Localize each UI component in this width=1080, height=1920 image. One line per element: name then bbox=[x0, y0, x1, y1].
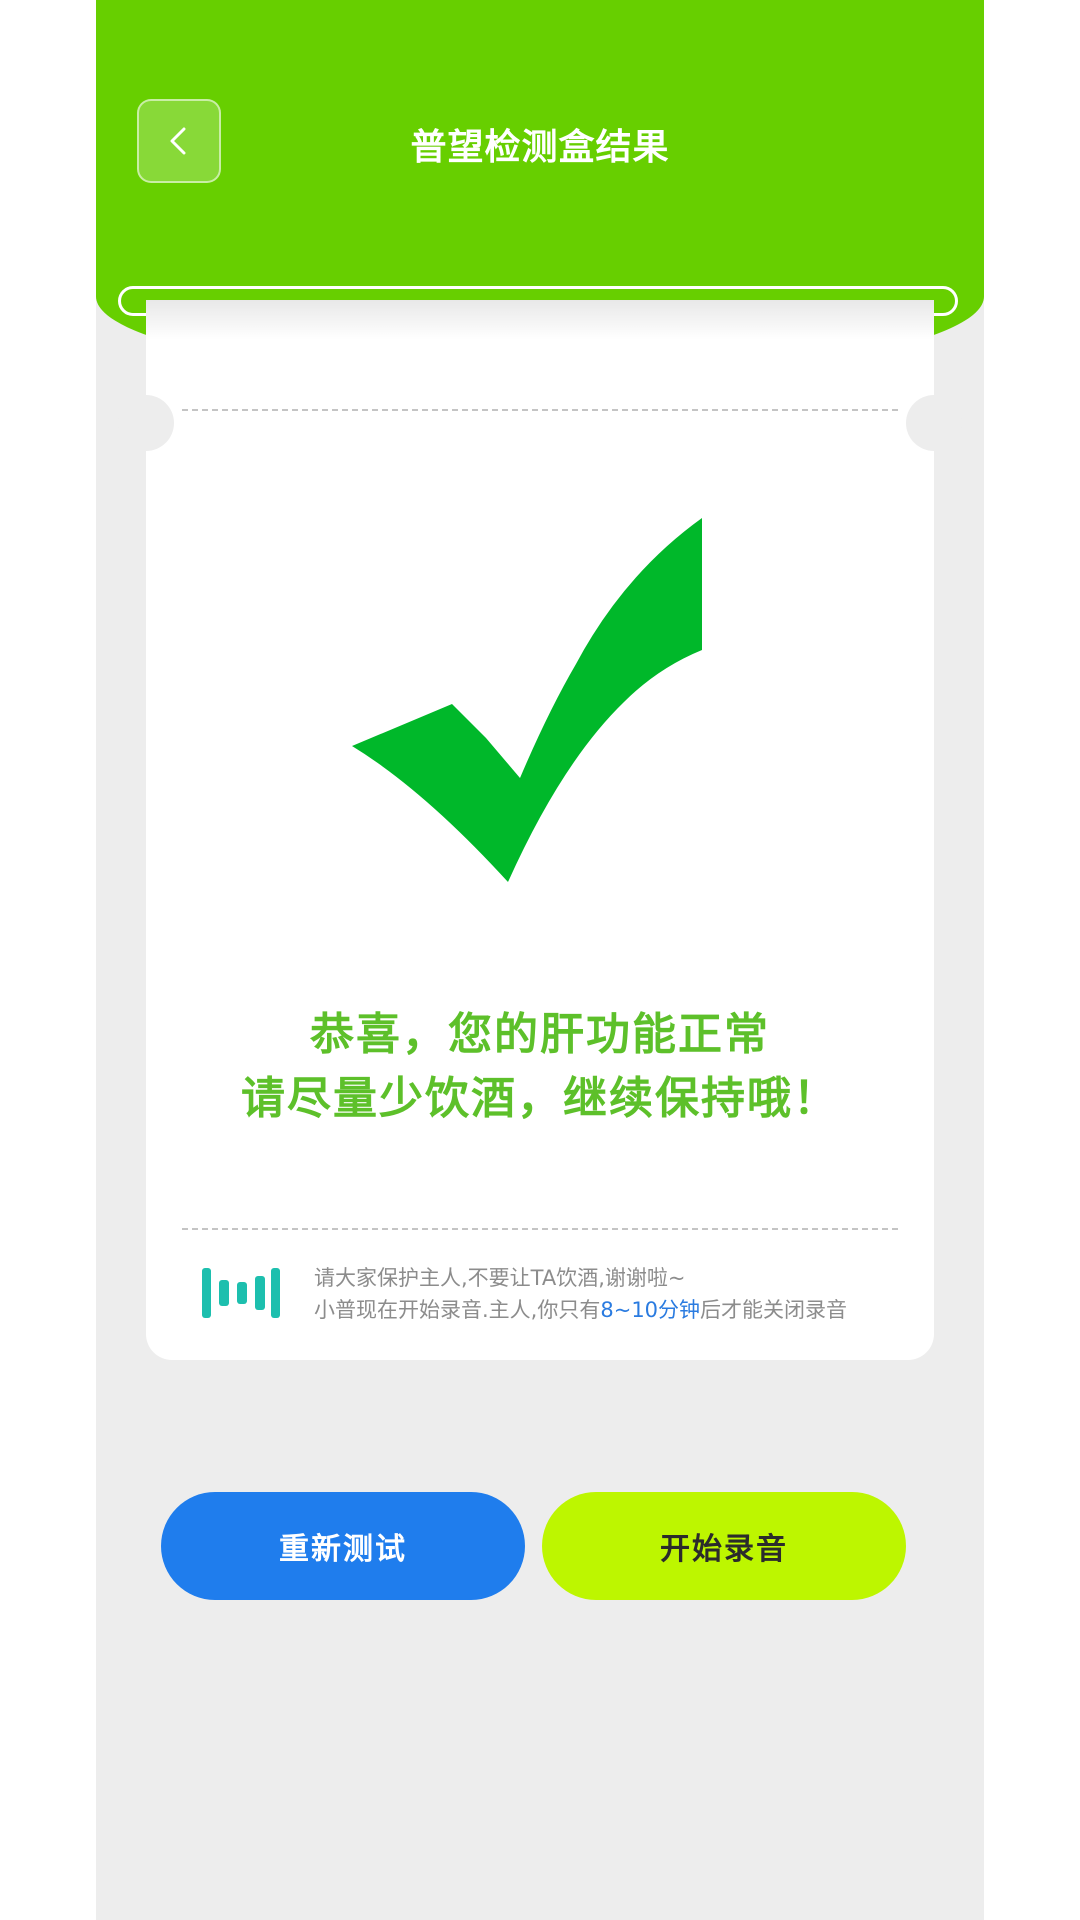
notice-line-1: 请大家保护主人,不要让TA饮酒,谢谢啦~ bbox=[314, 1266, 686, 1290]
start-recording-button[interactable]: 开始录音 bbox=[542, 1492, 906, 1600]
card-notch-right bbox=[906, 395, 962, 451]
retest-button-label: 重新测试 bbox=[279, 1532, 407, 1567]
notice-line-2-after: 后才能关闭录音 bbox=[700, 1298, 848, 1322]
result-message-line-1: 恭喜，您的肝功能正常 bbox=[310, 1009, 770, 1060]
result-page: 普望检测盒结果 恭喜，您的肝功能正常 请尽量少饮酒，继续保持哦！ 请大家保护主人… bbox=[96, 0, 984, 1920]
start-recording-button-label: 开始录音 bbox=[660, 1532, 788, 1567]
dashed-divider-top bbox=[182, 409, 898, 411]
result-message-line-2: 请尽量少饮酒，继续保持哦！ bbox=[241, 1073, 839, 1124]
retest-button[interactable]: 重新测试 bbox=[161, 1492, 525, 1600]
page-title: 普望检测盒结果 bbox=[410, 127, 670, 168]
notice-line-2: 小普现在开始录音.主人,你只有8~10分钟后才能关闭录音 bbox=[314, 1294, 847, 1324]
sound-wave-icon bbox=[202, 1268, 280, 1318]
checkmark-icon bbox=[352, 518, 702, 882]
notice-line-2-before: 小普现在开始录音.主人,你只有 bbox=[314, 1298, 601, 1322]
dashed-divider-bottom bbox=[182, 1228, 898, 1230]
card-notch-left bbox=[118, 395, 174, 451]
notice-duration-highlight: 8~10分钟 bbox=[600, 1298, 701, 1322]
card-shadow bbox=[146, 300, 934, 340]
